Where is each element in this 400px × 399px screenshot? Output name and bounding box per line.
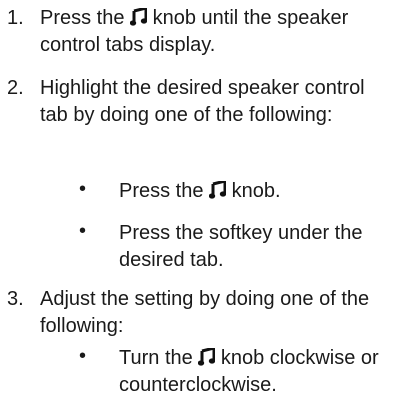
step-3: 3. Adjust the setting by doing one of th… bbox=[7, 286, 397, 340]
music-note-icon bbox=[209, 181, 227, 199]
instruction-document: 1. Press the knob until the speaker cont… bbox=[0, 0, 400, 397]
bullet-symbol: • bbox=[79, 220, 87, 242]
step-text: Adjust the setting by doing one of the f… bbox=[40, 288, 370, 337]
music-note-icon bbox=[198, 348, 216, 366]
step-2-bullet-1: • Press the knob. bbox=[79, 178, 390, 205]
step-text: Highlight the desired speaker control ta… bbox=[40, 77, 365, 126]
step-2-bullet-2: • Press the softkey under the desired ta… bbox=[79, 220, 390, 274]
step-3-bullet-1: • Turn the knob clockwise or countercloc… bbox=[79, 345, 390, 399]
step-number: 2. bbox=[7, 77, 24, 99]
step-text: Press the knob until the speaker control… bbox=[40, 7, 349, 56]
music-note-icon bbox=[130, 8, 148, 26]
step-2: 2. Highlight the desired speaker control… bbox=[7, 75, 397, 129]
bullet-symbol: • bbox=[79, 178, 87, 200]
step-number: 3. bbox=[7, 288, 24, 310]
bullet-symbol: • bbox=[79, 345, 87, 367]
bullet-text: Press the knob. bbox=[119, 180, 281, 202]
step-1: 1. Press the knob until the speaker cont… bbox=[7, 5, 397, 59]
step-number: 1. bbox=[7, 7, 24, 29]
bullet-text: Turn the knob clockwise or counterclockw… bbox=[119, 347, 379, 396]
bullet-text: Press the softkey under the desired tab. bbox=[119, 222, 363, 271]
